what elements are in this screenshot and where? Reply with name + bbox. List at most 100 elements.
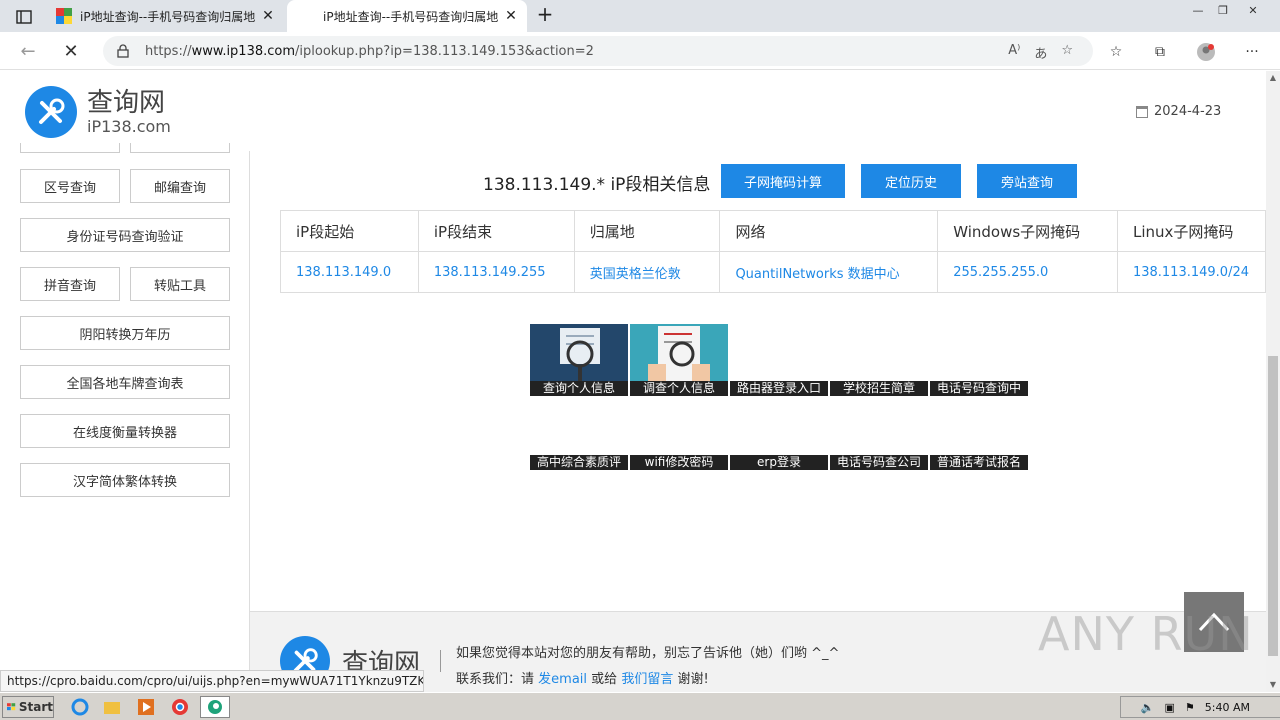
footer-divider	[440, 650, 441, 672]
tab-close-icon[interactable]: ✕	[260, 8, 276, 24]
new-tab-icon[interactable]: +	[534, 4, 556, 26]
add-favorite-icon[interactable]: ☆	[1061, 43, 1073, 62]
sidebar-item-license-plate[interactable]: 全国各地车牌查询表	[20, 365, 230, 399]
media-player-icon[interactable]	[134, 696, 158, 718]
scroll-thumb[interactable]	[1268, 356, 1278, 656]
back-icon[interactable]: ←	[17, 40, 39, 62]
tab-inactive[interactable]: iP地址查询--手机号码查询归属地 ✕	[48, 0, 284, 32]
ip-info-title: 138.113.149.* iP段相关信息	[483, 175, 711, 195]
url-field[interactable]: https://www.ip138.com/iplookup.php?ip=13…	[103, 36, 1093, 66]
table-cell-end[interactable]: 138.113.149.255	[417, 251, 575, 293]
date-text: 2024-4-23	[1154, 104, 1222, 119]
table-header: iP段结束	[417, 210, 575, 252]
table-header: Windows子网掩码	[937, 210, 1118, 252]
start-label: Start	[18, 700, 53, 714]
calendar-icon	[1136, 105, 1148, 118]
collections-icon[interactable]: ⧉	[1150, 42, 1170, 62]
scroll-down-icon[interactable]: ▼	[1266, 678, 1280, 692]
ad-item[interactable]: 电话号码查公司	[830, 398, 928, 470]
ip-range-table: iP段起始 iP段结束 归属地 网络 Windows子网掩码 Linux子网掩码…	[280, 210, 1266, 293]
footer-contact: 联系我们：请 发email 或给 我们留言 谢谢!	[456, 668, 709, 687]
ad-row: 查询个人信息 调查个人信息 路由器登录入口 学校招生简章 电话号码查询中	[530, 324, 1030, 398]
ad-caption: erp登录	[730, 455, 828, 470]
web-page: 查询网 iP138.com 2024-4-23 区号查询 邮编查询 身份证号码查…	[0, 71, 1266, 692]
edge-icon[interactable]	[200, 696, 230, 718]
table-row: 138.113.149.0 138.113.149.255 英国英格兰伦敦 Qu…	[280, 251, 1266, 293]
window-close-icon[interactable]: ✕	[1238, 0, 1268, 20]
table-cell-start[interactable]: 138.113.149.0	[280, 251, 419, 293]
site-favicon-icon	[56, 8, 72, 24]
ad-item[interactable]: 电话号码查询中	[930, 324, 1028, 396]
ad-item[interactable]: wifi修改密码	[630, 398, 728, 470]
sibling-site-button[interactable]: 旁站查询	[977, 164, 1077, 198]
sidebar-item-repost-tool[interactable]: 转贴工具	[130, 267, 230, 301]
favorites-icon[interactable]: ☆	[1106, 42, 1126, 62]
explorer-folder-icon[interactable]	[100, 696, 124, 718]
translate-icon[interactable]: あ	[1034, 43, 1047, 62]
date-display: 2024-4-23	[1136, 104, 1221, 119]
sidebar-item-id-card[interactable]: 身份证号码查询验证	[20, 218, 230, 252]
ip-info-header: 138.113.149.* iP段相关信息 子网掩码计算 定位历史 旁站查询	[280, 164, 1266, 198]
sidebar-item-calendar[interactable]: 阴阳转换万年历	[20, 316, 230, 350]
subnet-calc-button[interactable]: 子网掩码计算	[721, 164, 845, 198]
sidebar-item-partial[interactable]	[20, 143, 120, 153]
sidebar-item-partial[interactable]	[130, 143, 230, 153]
more-menu-icon[interactable]: ···	[1242, 42, 1262, 62]
taskbar: Start 🔈 ▣ ⚑ 5:40 AM	[0, 692, 1280, 720]
tab-actions-icon[interactable]	[10, 6, 38, 28]
system-tray: 🔈 ▣ ⚑ 5:40 AM	[1120, 696, 1280, 718]
url-text: https://www.ip138.com/iplookup.php?ip=13…	[145, 43, 594, 59]
scroll-up-icon[interactable]: ▲	[1266, 71, 1280, 85]
table-cell-location[interactable]: 英国英格兰伦敦	[573, 251, 721, 293]
ie-icon[interactable]	[68, 696, 92, 718]
sidebar-item-chinese-converter[interactable]: 汉字简体繁体转换	[20, 463, 230, 497]
volume-icon[interactable]: 🔈	[1141, 701, 1155, 714]
table-header: Linux子网掩码	[1116, 210, 1266, 252]
footer-message: 如果您觉得本站对您的朋友有帮助，别忘了告诉他（她）们哟 ^_^	[456, 646, 840, 661]
chrome-icon[interactable]	[168, 696, 192, 718]
location-history-button[interactable]: 定位历史	[861, 164, 961, 198]
read-aloud-icon[interactable]: A⁾	[1008, 43, 1020, 62]
network-icon[interactable]: ▣	[1165, 701, 1175, 714]
table-cell-linux-mask[interactable]: 138.113.149.0/24	[1116, 251, 1266, 293]
restore-icon[interactable]: ❐	[1208, 0, 1238, 20]
table-header: iP段起始	[280, 210, 419, 252]
contact-prefix: 联系我们：请	[456, 672, 535, 687]
ad-item[interactable]: 查询个人信息	[530, 324, 628, 396]
ad-caption: 电话号码查公司	[830, 455, 928, 470]
ad-caption: wifi修改密码	[630, 455, 728, 470]
ad-item[interactable]: 路由器登录入口	[730, 324, 828, 396]
flag-icon[interactable]: ⚑	[1185, 701, 1195, 714]
table-header-row: iP段起始 iP段结束 归属地 网络 Windows子网掩码 Linux子网掩码	[280, 210, 1266, 252]
message-link[interactable]: 我们留言	[621, 672, 673, 687]
sidebar-item-postcode[interactable]: 邮编查询	[130, 169, 230, 203]
tab-active[interactable]: iP地址查询--手机号码查询归属地 ✕	[287, 0, 527, 32]
sidebar: 区号查询 邮编查询 身份证号码查询验证 拼音查询 转贴工具 阴阳转换万年历 全国…	[0, 143, 250, 691]
sidebar-item-area-code[interactable]: 区号查询	[20, 169, 120, 203]
start-button[interactable]: Start	[2, 696, 54, 718]
ad-item[interactable]: 普通话考试报名	[930, 398, 1028, 470]
table-cell-windows-mask[interactable]: 255.255.255.0	[937, 251, 1118, 293]
ad-caption: 调查个人信息	[630, 381, 728, 396]
site-logo[interactable]: 查询网 iP138.com	[25, 86, 171, 138]
ad-item[interactable]: 学校招生简章	[830, 324, 928, 396]
address-bar: ← ✕ https://www.ip138.com/iplookup.php?i…	[0, 32, 1280, 70]
clock[interactable]: 5:40 AM	[1205, 701, 1250, 714]
sidebar-item-unit-converter[interactable]: 在线度衡量转换器	[20, 414, 230, 448]
table-header: 网络	[719, 210, 939, 252]
page-scrollbar[interactable]: ▲ ▼	[1266, 71, 1280, 692]
contact-mid: 或给	[591, 672, 618, 687]
email-link[interactable]: 发email	[538, 672, 587, 687]
ad-item[interactable]: 调查个人信息	[630, 324, 728, 396]
logo-text-cn: 查询网	[87, 88, 166, 118]
stop-icon[interactable]: ✕	[60, 40, 82, 62]
windows-flag-icon	[7, 703, 16, 711]
ad-caption: 电话号码查询中	[930, 381, 1028, 396]
ad-item[interactable]: 高中综合素质评	[530, 398, 628, 470]
table-cell-network[interactable]: QuantilNetworks 数据中心	[719, 251, 939, 293]
profile-avatar-icon[interactable]	[1196, 42, 1216, 62]
tab-close-icon[interactable]: ✕	[503, 8, 519, 24]
ad-item[interactable]: erp登录	[730, 398, 828, 470]
ad-row: 高中综合素质评 wifi修改密码 erp登录 电话号码查公司 普通话考试报名	[530, 398, 1030, 472]
sidebar-item-pinyin[interactable]: 拼音查询	[20, 267, 120, 301]
